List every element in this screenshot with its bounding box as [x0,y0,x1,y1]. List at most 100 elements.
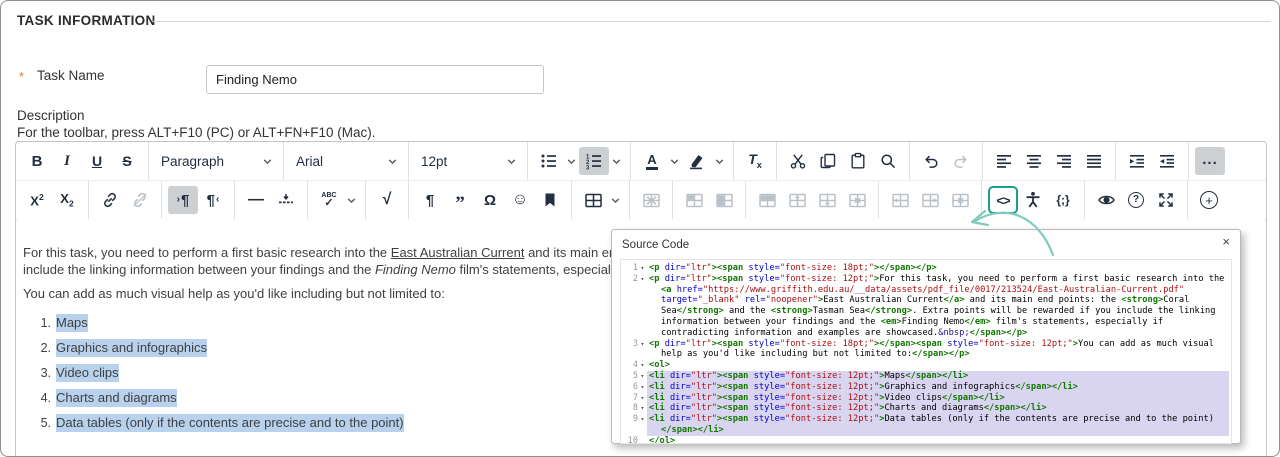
indent-button[interactable] [1122,147,1152,175]
more-toolbar-button[interactable]: ... [1195,147,1225,175]
line-number-gutter: 7 ▾ [621,393,647,404]
code-sample-button[interactable]: {;} [1048,186,1078,214]
clear-formatting-button[interactable]: Tx [740,147,770,175]
horizontal-rule-button[interactable]: — [241,186,271,214]
row-properties-icon [758,192,777,209]
task-name-input[interactable] [206,65,544,94]
insert-plus-icon: + [1200,191,1218,209]
fold-arrow-icon: ▾ [640,361,645,370]
line-number-gutter: 3 ▾ [621,339,647,361]
omega-icon: Ω [483,191,497,209]
insert-row-after-button[interactable] [812,186,842,214]
bullet-list-button[interactable] [534,147,564,175]
merge-cells-button[interactable] [709,186,739,214]
math-editor-button[interactable]: √ [372,186,402,214]
spellcheck-button-caret[interactable] [344,186,359,214]
preview-button[interactable] [1091,186,1121,214]
text-color-button-caret[interactable] [667,147,682,175]
help-button[interactable]: ? [1121,186,1151,214]
numbered-list-button-caret[interactable] [609,147,624,175]
chevron-down-icon [714,156,725,167]
align-left-button[interactable] [989,147,1019,175]
delete-table-button[interactable] [636,186,666,214]
paragraph-style-select[interactable]: Paragraph [155,147,277,175]
line-number-gutter: 4 ▾ [621,360,647,371]
delete-row-button[interactable] [842,186,872,214]
align-right-button[interactable] [1049,147,1079,175]
fold-arrow-icon: ▾ [640,404,645,413]
sqrt-icon: √ [382,191,392,208]
chevron-down-icon [610,195,621,206]
font-family-select[interactable]: Arial [290,147,402,175]
cut-button[interactable] [783,147,813,175]
row-properties-button[interactable] [752,186,782,214]
special-character-button[interactable]: Ω [475,186,505,214]
spellcheck-button[interactable]: ABC ✓ [314,186,344,214]
codesample-icon: {;} [1056,193,1070,207]
undo-button[interactable] [916,147,946,175]
source-code-line: 5 ▾ <li dir="ltr"><span style="font-size: … [621,370,1229,382]
list-item-number: 5. [40,416,51,430]
insert-row-before-button[interactable] [782,186,812,214]
cut-icon [789,152,807,170]
rtl-paragraph-button[interactable]: ¶ ‹ [198,186,228,214]
copy-button[interactable] [813,147,843,175]
redo-button[interactable] [946,147,976,175]
insert-table-button[interactable] [578,186,608,214]
anchor-button[interactable] [535,186,565,214]
paste-button[interactable] [843,147,873,175]
source-code-button[interactable]: <> [988,186,1018,214]
search-button[interactable] [873,147,903,175]
emoticon-button[interactable]: ☺ [505,186,535,214]
insert-column-after-button[interactable] [915,186,945,214]
justify-button[interactable] [1079,147,1109,175]
delete-column-button[interactable] [945,186,975,214]
delete-col-icon [951,192,970,209]
dialog-close-icon[interactable]: × [1222,235,1230,248]
ltr-paragraph-button[interactable]: › ¶ [168,186,198,214]
page-break-button[interactable] [271,186,301,214]
source-code-editor[interactable]: 1 ▾ <p dir="ltr"><span style="font-size: 1… [620,259,1232,444]
bold-button[interactable]: B [22,147,52,175]
task-name-label: Task Name [37,68,105,83]
bullet-list-button-caret[interactable] [564,147,579,175]
list-ul-icon [540,152,558,170]
italic-button[interactable]: I [52,147,82,175]
chevron-down-icon [669,156,680,167]
paragraph-style-select-label: Paragraph [161,153,225,169]
accessibility-checker-button[interactable] [1018,186,1048,214]
numbered-list-button[interactable]: 123 [579,147,609,175]
blockquote-button[interactable]: ” [445,186,475,214]
line-number-gutter: 5 ▾ [621,371,647,382]
list-ol-icon: 123 [585,152,603,170]
background-color-button-caret[interactable] [712,147,727,175]
toolbar-group: A [630,142,733,180]
spellcheck-icon: ABC ✓ [321,192,337,209]
text-color-button[interactable]: A [637,147,667,175]
show-invisibles-button[interactable]: ¶ [415,186,445,214]
subscript-button[interactable]: X2 [52,186,82,214]
toolbar-group: <> {;} [981,181,1084,219]
superscript-button[interactable]: X2 [22,186,52,214]
cell-properties-button[interactable] [679,186,709,214]
fullscreen-button[interactable] [1151,186,1181,214]
strikethrough-button[interactable]: S [112,147,142,175]
toolbar-group: ABC ✓ [307,181,365,219]
align-center-button[interactable] [1019,147,1049,175]
insert-table-button-caret[interactable] [608,186,623,214]
line-number-gutter: 8 ▾ [621,403,647,414]
insert-content-button[interactable]: + [1194,186,1224,214]
chevron-down-icon [387,156,398,167]
line-number-gutter: 2 ▾ [621,274,647,339]
remove-link-button[interactable] [125,186,155,214]
background-color-button[interactable] [682,147,712,175]
underline-button[interactable]: U [82,147,112,175]
insert-column-before-button[interactable] [885,186,915,214]
list-item-number: 4. [40,391,51,405]
insert-link-button[interactable] [95,186,125,214]
list-item-text: Video clips [56,364,119,382]
svg-text:3: 3 [586,165,590,170]
font-size-select[interactable]: 12pt [415,147,521,175]
fold-arrow-icon: ▾ [640,339,645,348]
outdent-button[interactable] [1152,147,1182,175]
